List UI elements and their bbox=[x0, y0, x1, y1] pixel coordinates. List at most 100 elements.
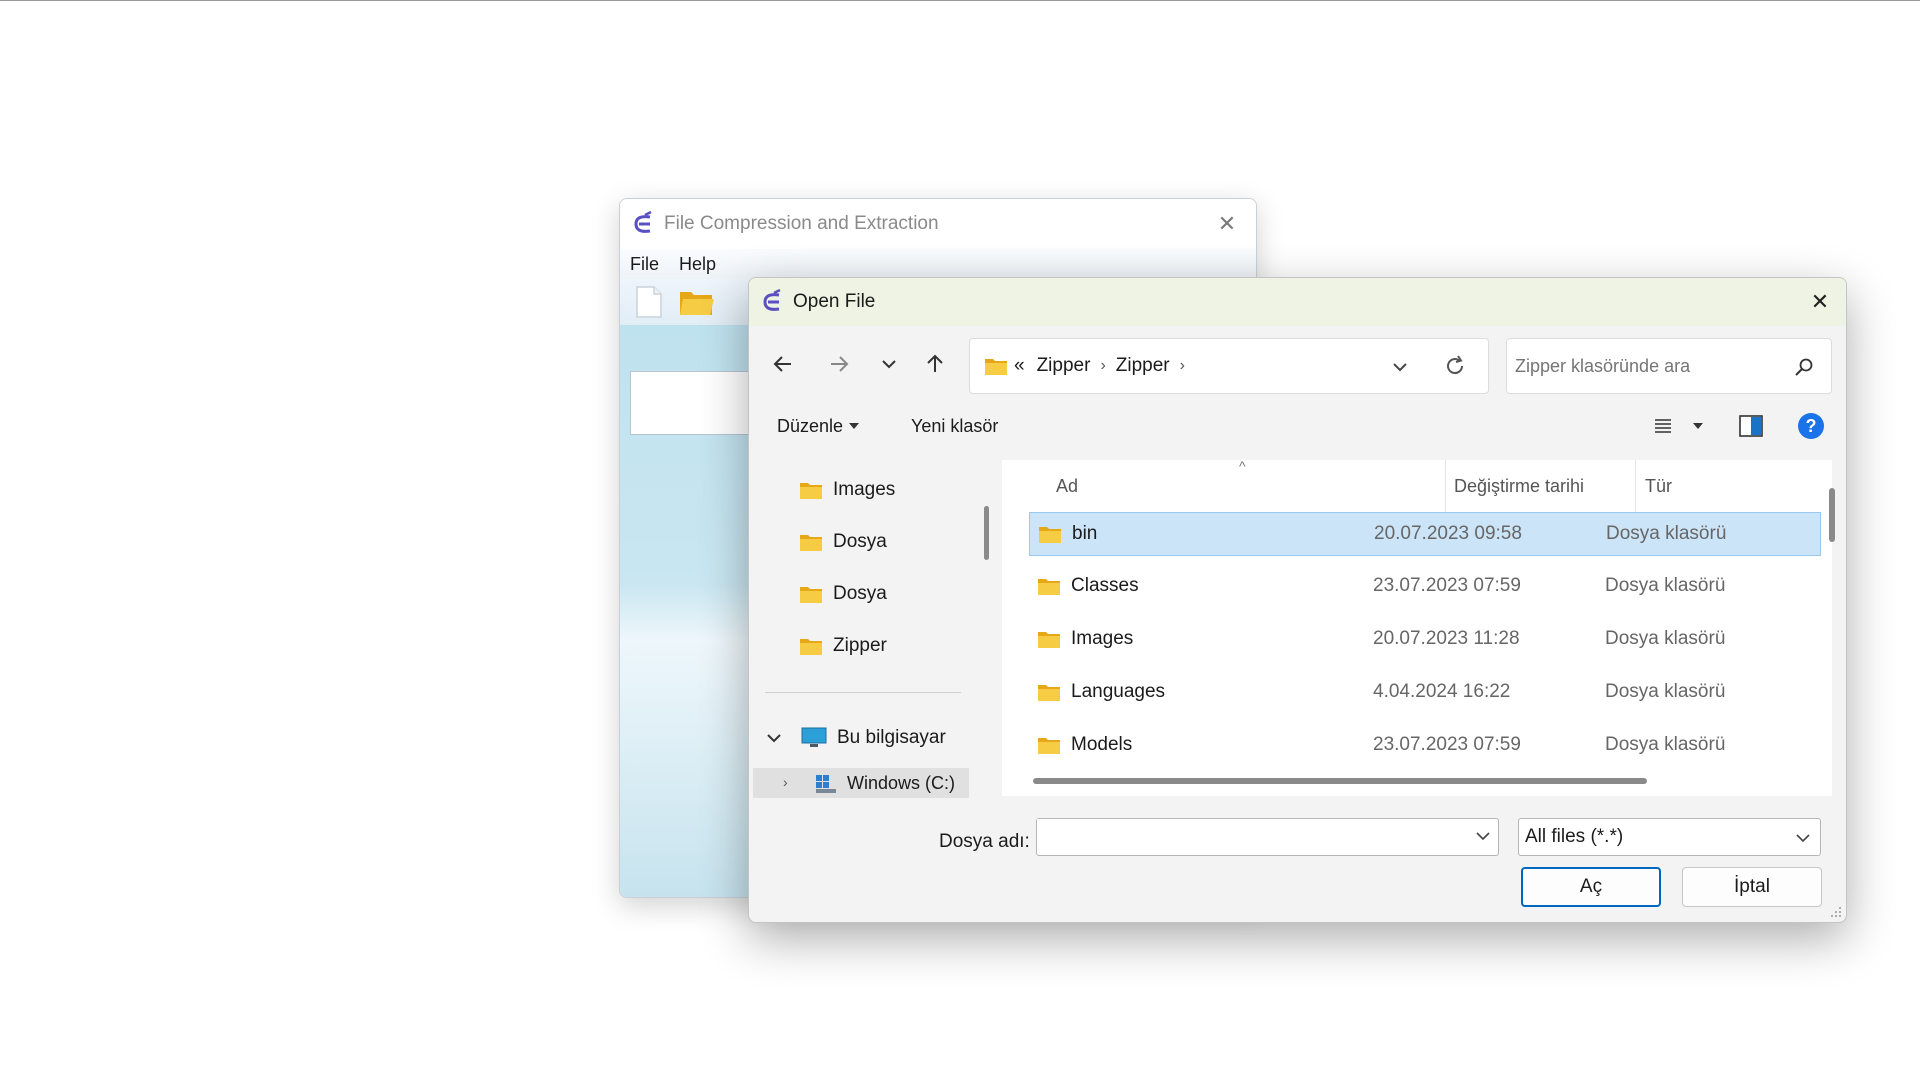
up-button[interactable] bbox=[915, 344, 955, 384]
file-row-models[interactable]: Models 23.07.2023 07:59 Dosya klasörü bbox=[1029, 723, 1821, 767]
menu-file[interactable]: File bbox=[630, 254, 659, 275]
column-header-date[interactable]: Değiştirme tarihi bbox=[1454, 460, 1584, 512]
help-button[interactable]: ? bbox=[1797, 402, 1825, 450]
resize-grip-icon[interactable] bbox=[1830, 906, 1842, 918]
file-type: Dosya klasörü bbox=[1605, 734, 1726, 755]
breadcrumb-zipper-1[interactable]: Zipper bbox=[1037, 355, 1091, 377]
forward-button[interactable] bbox=[819, 344, 859, 384]
nav-item-label: Images bbox=[833, 479, 896, 500]
address-overflow[interactable]: « bbox=[1014, 355, 1025, 377]
arrow-up-icon bbox=[927, 354, 943, 372]
chevron-down-icon[interactable] bbox=[765, 729, 783, 747]
vertical-scrollbar[interactable] bbox=[1829, 488, 1835, 542]
file-name: Languages bbox=[1037, 681, 1165, 703]
app-title: File Compression and Extraction bbox=[664, 213, 939, 234]
breadcrumb-zipper-2[interactable]: Zipper bbox=[1116, 355, 1170, 377]
dialog-title: Open File bbox=[793, 291, 876, 312]
column-separator[interactable] bbox=[1635, 460, 1636, 512]
navigation-pane: Images Dosya Dosya Zipper Bu bilgisayar … bbox=[749, 460, 973, 798]
folder-icon bbox=[985, 359, 1007, 375]
file-date: 23.07.2023 07:59 bbox=[1373, 734, 1521, 755]
nav-divider bbox=[765, 692, 961, 693]
column-separator[interactable] bbox=[1445, 460, 1446, 512]
nav-item-dosya-2[interactable]: Dosya bbox=[799, 574, 887, 614]
column-name-label: Ad bbox=[1056, 475, 1079, 496]
back-button[interactable] bbox=[763, 344, 803, 384]
search-box[interactable] bbox=[1506, 338, 1832, 394]
file-name: Classes bbox=[1037, 575, 1139, 597]
open-button[interactable]: Aç bbox=[1521, 867, 1661, 907]
sort-ascending-icon: ^ bbox=[1239, 458, 1246, 474]
dialog-titlebar: Open File bbox=[749, 278, 1846, 326]
dialog-close-button[interactable]: ✕ bbox=[1804, 286, 1836, 318]
file-row-images[interactable]: Images 20.07.2023 11:28 Dosya klasörü bbox=[1029, 617, 1821, 661]
close-icon: ✕ bbox=[1810, 289, 1830, 314]
folder-icon bbox=[1038, 738, 1060, 754]
new-folder-button[interactable]: Yeni klasör bbox=[911, 402, 998, 450]
file-row-languages[interactable]: Languages 4.04.2024 16:22 Dosya klasörü bbox=[1029, 670, 1821, 714]
nav-item-dosya-1[interactable]: Dosya bbox=[799, 522, 887, 562]
filetype-value: All files (*.*) bbox=[1525, 826, 1624, 847]
file-row-classes[interactable]: Classes 23.07.2023 07:59 Dosya klasörü bbox=[1029, 564, 1821, 608]
app-close-button[interactable]: ✕ bbox=[1212, 209, 1242, 239]
nav-item-this-pc[interactable]: Bu bilgisayar bbox=[765, 718, 946, 758]
nav-scrollbar[interactable] bbox=[984, 506, 989, 560]
column-header-name[interactable]: Ad bbox=[1056, 460, 1078, 512]
nav-item-zipper[interactable]: Zipper bbox=[799, 626, 887, 666]
refresh-button[interactable] bbox=[1440, 351, 1470, 381]
recent-locations-button[interactable] bbox=[869, 344, 909, 384]
nav-item-label: Zipper bbox=[833, 635, 887, 656]
chevron-down-icon[interactable] bbox=[1474, 827, 1492, 845]
file-name-label: Models bbox=[1071, 734, 1133, 755]
app-logo-icon bbox=[763, 289, 781, 311]
address-bar[interactable]: « Zipper › Zipper › bbox=[969, 338, 1489, 394]
folder-icon bbox=[800, 639, 822, 655]
file-name-label: Languages bbox=[1071, 681, 1166, 702]
column-date-label: Değiştirme tarihi bbox=[1454, 475, 1585, 496]
filename-input[interactable] bbox=[1037, 819, 1457, 853]
open-folder-icon bbox=[680, 292, 714, 315]
file-row-bin[interactable]: bin 20.07.2023 09:58 Dosya klasörü bbox=[1029, 512, 1821, 556]
preview-pane-icon bbox=[1739, 415, 1763, 437]
file-name: Models bbox=[1037, 734, 1132, 756]
new-file-button[interactable] bbox=[630, 283, 668, 321]
open-folder-button[interactable] bbox=[678, 283, 716, 321]
open-file-dialog: Open File ✕ « Zipper › Zipper › Zipper k… bbox=[748, 277, 1847, 923]
navigation-row: « Zipper › Zipper › bbox=[749, 334, 1846, 394]
column-type-label: Tür bbox=[1645, 475, 1672, 496]
menu-help[interactable]: Help bbox=[679, 254, 716, 275]
filetype-select[interactable]: All files (*.*) bbox=[1518, 818, 1821, 856]
column-header-type[interactable]: Tür bbox=[1645, 460, 1672, 512]
filename-combobox[interactable] bbox=[1036, 818, 1499, 856]
file-date: 23.07.2023 07:59 bbox=[1373, 575, 1521, 596]
view-options-button[interactable] bbox=[1653, 402, 1703, 450]
file-type: Dosya klasörü bbox=[1605, 628, 1726, 649]
cancel-button[interactable]: İptal bbox=[1682, 867, 1822, 907]
horizontal-scrollbar[interactable] bbox=[1033, 778, 1647, 784]
file-name-label: bin bbox=[1072, 523, 1098, 544]
file-type: Dosya klasörü bbox=[1606, 523, 1727, 544]
app-logo-icon bbox=[634, 211, 652, 233]
organize-button[interactable]: Düzenle bbox=[777, 402, 860, 450]
file-date: 4.04.2024 16:22 bbox=[1373, 681, 1511, 702]
search-input[interactable] bbox=[1515, 351, 1785, 381]
breadcrumb-separator-icon[interactable]: › bbox=[1180, 357, 1185, 375]
close-icon: ✕ bbox=[1217, 211, 1237, 236]
folder-icon bbox=[800, 587, 822, 603]
new-file-icon bbox=[636, 286, 662, 318]
svg-text:?: ? bbox=[1806, 416, 1817, 436]
help-icon: ? bbox=[1798, 413, 1824, 439]
nav-item-windows-drive[interactable]: › Windows (C:) bbox=[753, 768, 969, 798]
folder-icon bbox=[1038, 685, 1060, 701]
search-icon[interactable] bbox=[1789, 352, 1819, 382]
chevron-down-icon bbox=[882, 360, 896, 369]
organize-label: Düzenle bbox=[777, 415, 844, 436]
chevron-right-icon[interactable]: › bbox=[783, 774, 788, 790]
nav-item-label: Windows (C:) bbox=[847, 773, 956, 793]
file-date: 20.07.2023 11:28 bbox=[1373, 628, 1520, 649]
preview-pane-button[interactable] bbox=[1739, 402, 1763, 450]
nav-item-images[interactable]: Images bbox=[799, 470, 895, 510]
open-button-label: Aç bbox=[1579, 876, 1603, 897]
caret-down-icon bbox=[849, 423, 860, 429]
address-history-button[interactable] bbox=[1386, 353, 1414, 381]
